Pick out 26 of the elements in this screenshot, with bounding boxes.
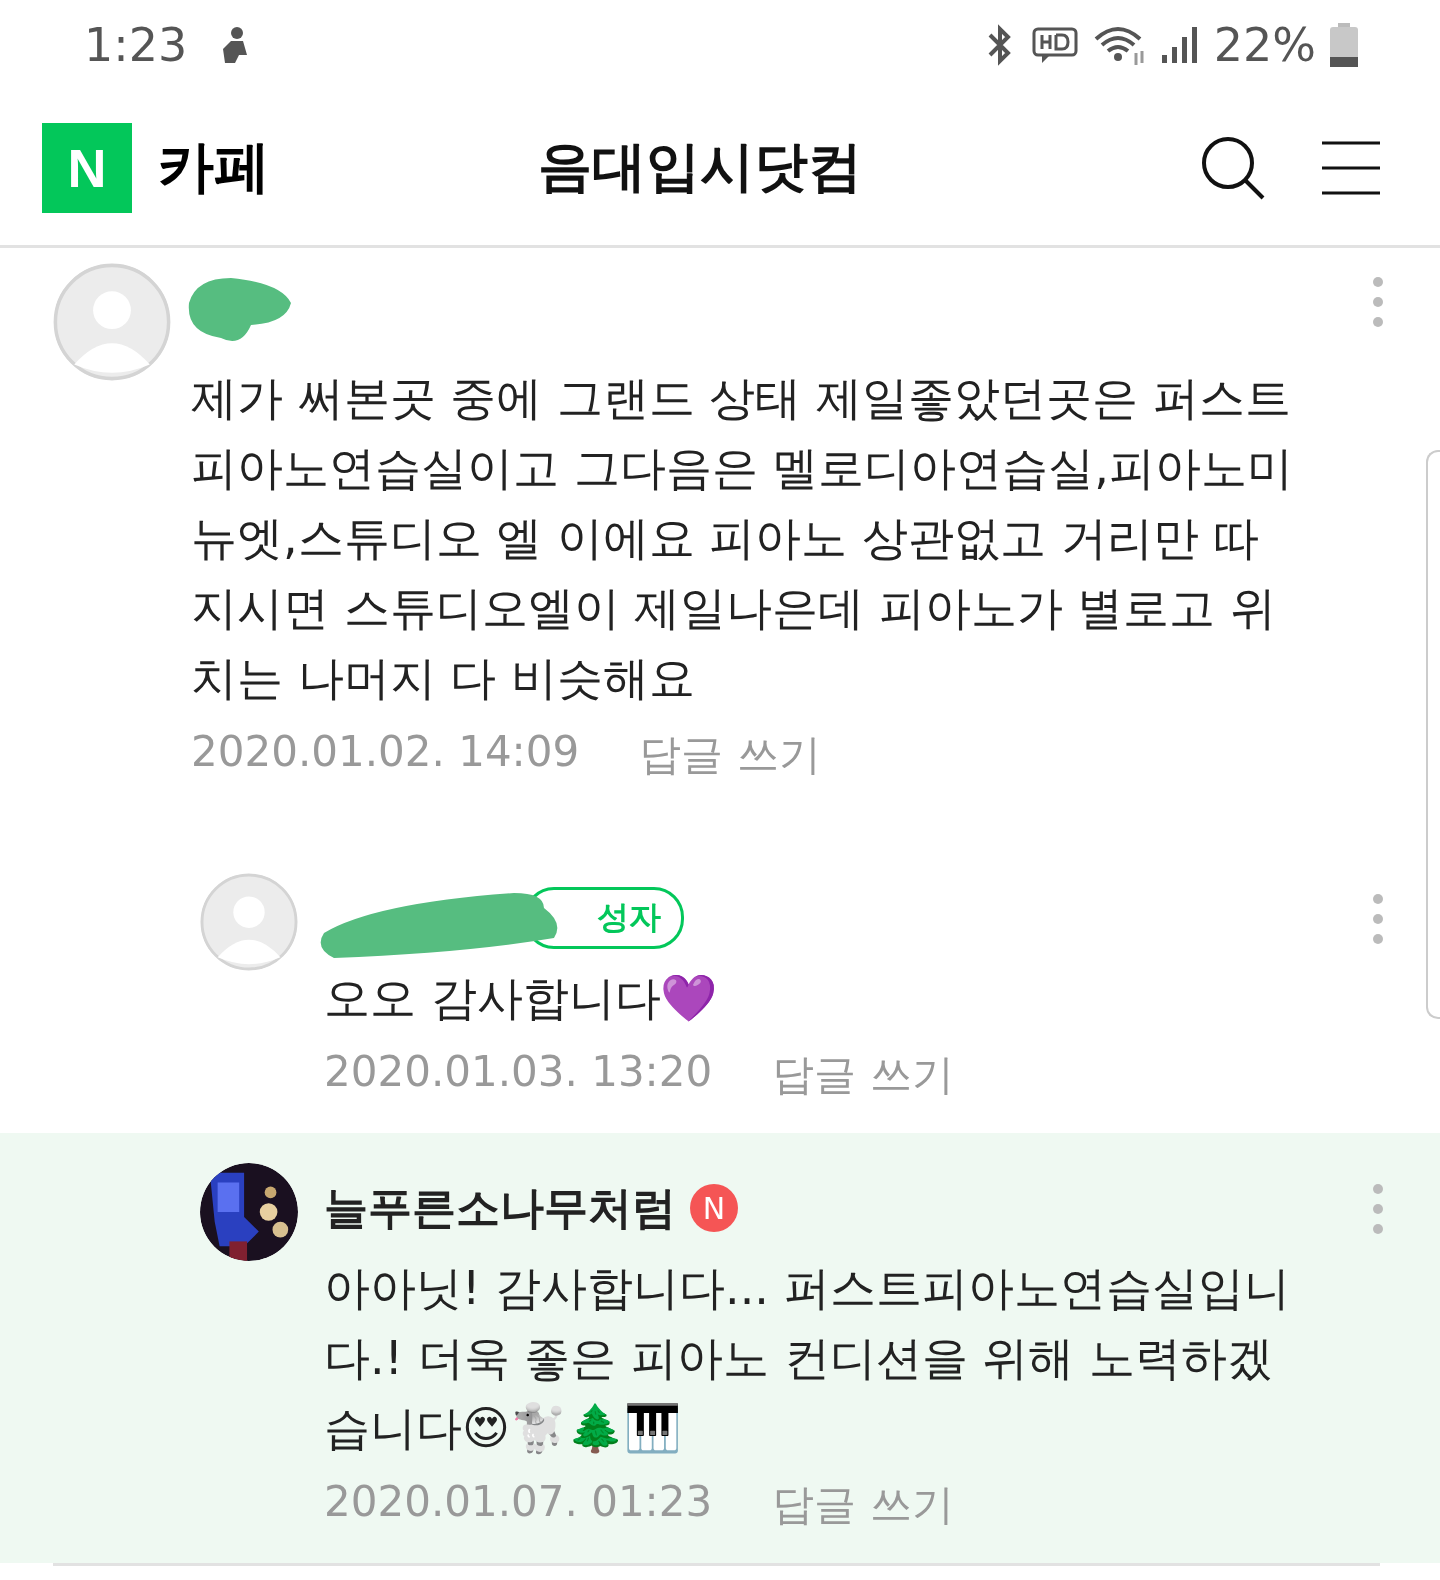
more-icon[interactable] bbox=[1372, 893, 1384, 945]
default-avatar[interactable] bbox=[53, 263, 171, 381]
reply-link[interactable]: 답글 쓰기 bbox=[639, 727, 821, 783]
author-name[interactable]: 늘푸른소나무처럼 bbox=[324, 1178, 676, 1238]
author-mark: N bbox=[690, 1184, 738, 1232]
naver-logo[interactable]: N bbox=[42, 122, 132, 213]
comment-text: 오오 감사합니다💜 bbox=[324, 970, 719, 1027]
battery-icon bbox=[1330, 23, 1358, 67]
comment-date: 2020.01.03. 13:20 bbox=[324, 1047, 713, 1098]
cafe-title[interactable]: 음대입시닷컴 bbox=[538, 131, 1200, 204]
comment-date: 2020.01.02. 14:09 bbox=[191, 727, 580, 778]
default-avatar[interactable] bbox=[200, 873, 298, 971]
comment-text: 아아닛! 감사합니다... 퍼스트피아노연습실입니다.! 더욱 좋은 피아노 컨디션을 위해 노력하겠습니다😍🐩🌲🎹 bbox=[324, 1260, 1291, 1457]
more-icon[interactable] bbox=[1372, 276, 1384, 328]
reply-link[interactable]: 답글 쓰기 bbox=[772, 1047, 954, 1103]
search-icon[interactable] bbox=[1200, 134, 1266, 201]
battery-percent: 22% bbox=[1213, 18, 1316, 72]
more-icon[interactable] bbox=[1372, 1183, 1384, 1235]
menu-icon[interactable] bbox=[1322, 140, 1380, 195]
status-time: 1:23 bbox=[84, 18, 188, 72]
hd-icon bbox=[1031, 25, 1078, 65]
comment-date: 2020.01.07. 01:23 bbox=[324, 1477, 713, 1528]
comment-text: 제가 써본곳 중에 그랜드 상태 제일좋았던곳은 퍼스트 피아노연습실이고 그다음은 멜로디아연습실,피아노미뉴엣,스튜디오 엘 이에요 피아노 상관없고 거리만 따지시면 스튜디오엘이 제일나은데 피아노가 별로고 위치는 나머지 다 비슷해요 bbox=[191, 370, 1294, 707]
reply-link[interactable]: 답글 쓰기 bbox=[772, 1477, 954, 1533]
scroll-bar[interactable] bbox=[1426, 450, 1440, 1019]
service-name: 카페 bbox=[158, 132, 271, 201]
